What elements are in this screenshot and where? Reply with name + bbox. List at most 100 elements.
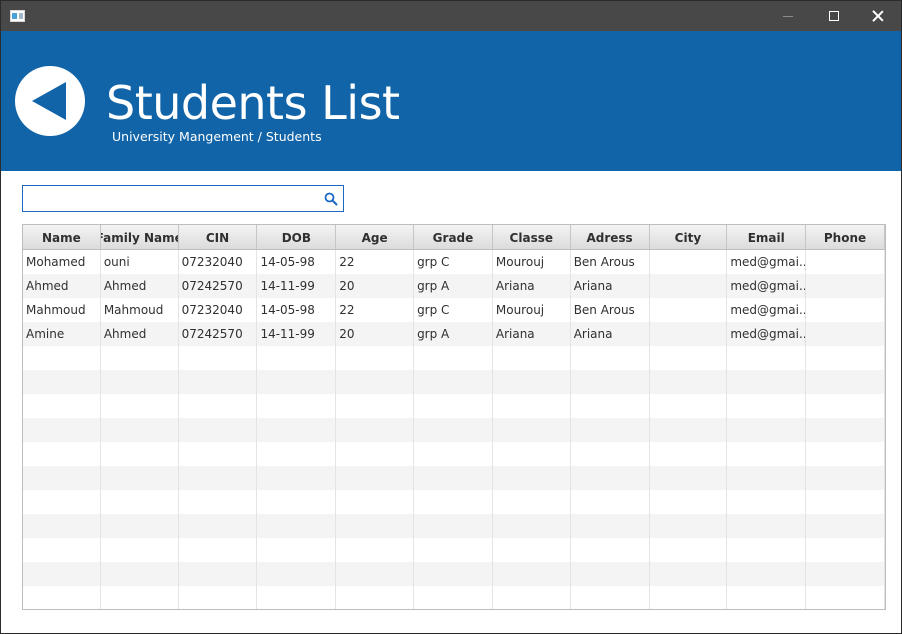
- table-cell: [650, 562, 728, 586]
- table-cell: [493, 442, 571, 466]
- page-title: Students List: [106, 76, 400, 130]
- table-cell: [806, 370, 885, 394]
- table-cell: [179, 394, 258, 418]
- back-button[interactable]: [15, 66, 85, 136]
- column-header[interactable]: Grade: [414, 225, 493, 249]
- table-cell: [493, 466, 571, 490]
- table-cell: [727, 370, 807, 394]
- empty-table-row[interactable]: [23, 418, 885, 442]
- empty-table-row[interactable]: [23, 562, 885, 586]
- table-cell: [727, 346, 807, 370]
- table-cell: [493, 514, 571, 538]
- table-cell: Mahmoud: [101, 298, 179, 322]
- table-cell: [179, 490, 258, 514]
- table-cell: [414, 490, 493, 514]
- column-header[interactable]: Adress: [571, 225, 650, 249]
- table-cell: [179, 370, 258, 394]
- table-cell: [101, 442, 179, 466]
- table-cell: [257, 538, 337, 562]
- table-cell: [257, 586, 337, 609]
- table-row[interactable]: Mahmoud Mahmoud 07232040 14-05-98 22 grp C Mou…: [23, 298, 885, 322]
- minimize-icon: [783, 15, 793, 17]
- table-cell: 20: [336, 274, 415, 298]
- table-cell: [414, 466, 493, 490]
- close-button[interactable]: [855, 1, 901, 31]
- table-row[interactable]: Mohamed ouni 07232040 14-05-98 22 grp C Mourou…: [23, 250, 885, 274]
- table-cell: [101, 586, 179, 609]
- table-cell: [493, 586, 571, 609]
- table-cell: Mourouj: [493, 250, 571, 274]
- table-cell: [414, 346, 493, 370]
- table-cell: [493, 490, 571, 514]
- table-cell: Mohamed: [23, 250, 101, 274]
- table-cell: 07232040: [179, 250, 258, 274]
- table-cell: [101, 466, 179, 490]
- table-cell: [571, 442, 650, 466]
- table-cell: Mourouj: [493, 298, 571, 322]
- table-cell: [650, 394, 728, 418]
- table-cell: 22: [336, 250, 415, 274]
- table-cell: med@gmai...: [727, 250, 807, 274]
- app-window: Students List University Mangement / Stu…: [0, 0, 902, 634]
- table-cell: [571, 346, 650, 370]
- empty-table-row[interactable]: [23, 586, 885, 609]
- table-row[interactable]: Amine Ahmed 07242570 14-11-99 20 grp A Ariana A…: [23, 322, 885, 346]
- table-cell: [179, 586, 258, 609]
- column-header[interactable]: Name: [23, 225, 101, 249]
- table-cell: [23, 394, 101, 418]
- page-header: Students List University Mangement / Stu…: [1, 31, 901, 171]
- table-cell: [23, 370, 101, 394]
- table-cell: med@gmai...: [727, 298, 807, 322]
- empty-table-row[interactable]: [23, 346, 885, 370]
- table-cell: [257, 442, 337, 466]
- table-cell: 14-05-98: [257, 250, 337, 274]
- table-cell: [101, 562, 179, 586]
- table-cell: [414, 442, 493, 466]
- maximize-button[interactable]: [811, 1, 857, 31]
- empty-table-row[interactable]: [23, 514, 885, 538]
- search-icon[interactable]: [324, 192, 338, 206]
- table-cell: [257, 418, 337, 442]
- empty-table-row[interactable]: [23, 490, 885, 514]
- table-cell: [257, 394, 337, 418]
- table-cell: [806, 346, 885, 370]
- empty-table-row[interactable]: [23, 538, 885, 562]
- table-cell: [336, 490, 415, 514]
- column-header[interactable]: Phone: [806, 225, 885, 249]
- minimize-button[interactable]: [765, 1, 811, 31]
- column-header[interactable]: Family Name: [101, 225, 179, 249]
- empty-table-row[interactable]: [23, 442, 885, 466]
- column-header[interactable]: CIN: [179, 225, 258, 249]
- empty-table-row[interactable]: [23, 370, 885, 394]
- table-cell: [23, 586, 101, 609]
- search-input[interactable]: [25, 188, 315, 209]
- title-bar[interactable]: [1, 1, 901, 31]
- table-cell: grp C: [414, 250, 493, 274]
- back-arrow-icon: [32, 82, 66, 120]
- table-row[interactable]: Ahmed Ahmed 07242570 14-11-99 20 grp A Ariana A…: [23, 274, 885, 298]
- table-cell: [493, 370, 571, 394]
- students-table[interactable]: NameFamily NameCINDOBAgeGradeClasseAdres…: [22, 224, 886, 610]
- column-header[interactable]: City: [650, 225, 728, 249]
- table-body[interactable]: Mohamed ouni 07232040 14-05-98 22 grp C Mourou…: [23, 250, 885, 609]
- table-cell: [571, 562, 650, 586]
- column-header[interactable]: DOB: [257, 225, 337, 249]
- table-cell: 20: [336, 322, 415, 346]
- table-cell: [806, 466, 885, 490]
- table-cell: [257, 514, 337, 538]
- table-cell: [23, 466, 101, 490]
- table-cell: grp C: [414, 298, 493, 322]
- table-cell: [571, 538, 650, 562]
- table-cell: Mahmoud: [23, 298, 101, 322]
- table-cell: [23, 538, 101, 562]
- empty-table-row[interactable]: [23, 466, 885, 490]
- table-cell: 22: [336, 298, 415, 322]
- column-header[interactable]: Classe: [493, 225, 571, 249]
- table-cell: Ben Arous: [571, 250, 650, 274]
- search-field[interactable]: [22, 185, 344, 212]
- column-header[interactable]: Email: [727, 225, 807, 249]
- table-cell: [727, 538, 807, 562]
- empty-table-row[interactable]: [23, 394, 885, 418]
- column-header[interactable]: Age: [336, 225, 415, 249]
- table-cell: 07232040: [179, 298, 258, 322]
